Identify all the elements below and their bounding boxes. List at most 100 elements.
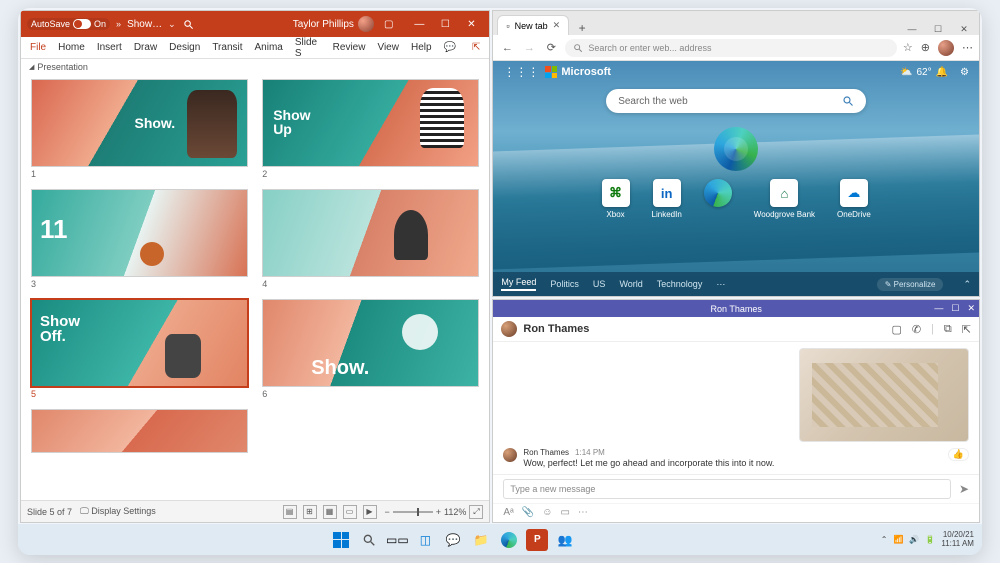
tray-chevron-icon[interactable]: ⌃	[881, 535, 888, 544]
ribbon-tab-insert[interactable]: Insert	[92, 40, 127, 55]
sorter-view-button[interactable]: ▦	[323, 505, 337, 519]
ribbon-tab-view[interactable]: View	[372, 40, 404, 55]
slide-thumb-2[interactable]: Show Up	[262, 79, 479, 167]
edge-minimize-button[interactable]: —	[901, 24, 923, 35]
profile-avatar-icon[interactable]	[938, 40, 954, 56]
ribbon-tab-animations[interactable]: Anima	[250, 40, 288, 55]
clock[interactable]: 10/20/21 11:11 AM	[941, 531, 974, 549]
slide-thumb-3[interactable]: 11	[31, 189, 248, 277]
zoom-slider[interactable]	[393, 511, 433, 513]
feed-tab-politics[interactable]: Politics	[550, 279, 579, 289]
popout-button[interactable]: ⇱	[962, 323, 971, 336]
battery-icon[interactable]: 🔋	[925, 535, 935, 544]
forward-button[interactable]: →	[521, 42, 537, 54]
tb-chat-icon[interactable]: 💬	[442, 529, 464, 551]
breadcrumb[interactable]: ◢ Presentation	[21, 59, 489, 75]
refresh-button[interactable]: ⟳	[543, 41, 559, 54]
send-button[interactable]: ➤	[959, 482, 969, 496]
slide-thumb-1[interactable]: Show.	[31, 79, 248, 167]
title-dropdown-icon[interactable]: ⌄	[168, 19, 176, 30]
share-icon[interactable]: ⇱	[467, 40, 485, 55]
teams-minimize-button[interactable]: —	[934, 303, 943, 314]
microsoft-logo[interactable]: Microsoft	[545, 66, 611, 78]
tile-linkedin[interactable]: inLinkedIn	[652, 179, 682, 219]
collapse-feed-icon[interactable]: ⌃	[963, 279, 971, 290]
ribbon-tab-transitions[interactable]: Transit	[207, 40, 247, 55]
teams-maximize-button[interactable]: ☐	[951, 303, 959, 314]
tb-taskview-icon[interactable]: ▭▭	[386, 529, 408, 551]
slideshow-button[interactable]: ▶	[363, 505, 377, 519]
document-title[interactable]: Show…	[127, 19, 162, 30]
back-button[interactable]: ←	[499, 42, 515, 54]
ribbon-tab-home[interactable]: Home	[53, 40, 90, 55]
ribbon-tab-file[interactable]: File	[25, 40, 51, 55]
display-settings-button[interactable]: 🖵 Display Settings	[80, 506, 156, 517]
emoji-button[interactable]: ☺	[542, 507, 552, 518]
tile-edge[interactable]	[704, 179, 732, 219]
ribbon-tab-slideshow[interactable]: Slide S	[290, 35, 326, 61]
screen-share-button[interactable]: ⧉	[944, 323, 952, 336]
more-icon[interactable]: ⋯	[962, 41, 973, 54]
zoom-in-button[interactable]: +	[436, 507, 441, 517]
personalize-button[interactable]: ✎ Personalize	[877, 278, 944, 291]
tb-search-icon[interactable]	[358, 529, 380, 551]
ribbon-tab-help[interactable]: Help	[406, 40, 437, 55]
notifications-icon[interactable]: 🔔	[936, 67, 948, 78]
tb-edge-icon[interactable]	[498, 529, 520, 551]
close-button[interactable]: ✕	[459, 15, 483, 33]
feed-tab-technology[interactable]: Technology	[657, 279, 703, 289]
chevron-right-icon[interactable]: »	[116, 19, 121, 29]
search-icon[interactable]	[182, 17, 196, 31]
address-bar[interactable]: Search or enter web... address	[565, 39, 897, 57]
normal-view-button[interactable]: ⊞	[303, 505, 317, 519]
settings-gear-icon[interactable]: ⚙	[960, 67, 969, 78]
fit-button[interactable]: ⤢	[469, 505, 483, 519]
start-button[interactable]	[330, 529, 352, 551]
edge-maximize-button[interactable]: ☐	[927, 24, 949, 35]
new-tab-button[interactable]: +	[573, 21, 591, 35]
zoom-out-button[interactable]: −	[385, 507, 390, 517]
reading-view-button[interactable]: ▭	[343, 505, 357, 519]
feed-more-icon[interactable]: ⋯	[716, 279, 725, 290]
feed-tab-world[interactable]: World	[619, 279, 642, 289]
more-compose-icon[interactable]: ⋯	[578, 507, 588, 518]
slide-thumb-5[interactable]: Show Off.	[31, 299, 248, 387]
comments-icon[interactable]: 💬	[439, 40, 461, 55]
tb-powerpoint-icon[interactable]: P	[526, 529, 548, 551]
format-button[interactable]: Aᵃ	[503, 507, 513, 518]
volume-icon[interactable]: 🔊	[909, 535, 919, 544]
wifi-icon[interactable]: 📶	[893, 535, 903, 544]
tb-widgets-icon[interactable]: ◫	[414, 529, 436, 551]
weather-widget[interactable]: ⛅ 62° 🔔 ⚙	[900, 67, 969, 78]
message-input[interactable]: Type a new message	[503, 479, 951, 499]
app-launcher-icon[interactable]: ⋮⋮⋮	[503, 65, 539, 79]
tab-close-icon[interactable]: ✕	[553, 20, 561, 31]
slide-thumb-6[interactable]: Show.	[262, 299, 479, 387]
tb-explorer-icon[interactable]: 📁	[470, 529, 492, 551]
tile-woodgrove[interactable]: ⌂Woodgrove Bank	[754, 179, 815, 219]
collections-icon[interactable]: ⊕	[921, 41, 930, 54]
search-submit-icon[interactable]	[842, 95, 854, 107]
image-message[interactable]	[799, 348, 969, 442]
feed-tab-myfeed[interactable]: My Feed	[501, 277, 536, 291]
account-area[interactable]: Taylor Phillips ▢	[293, 16, 394, 32]
tile-xbox[interactable]: ⌘Xbox	[602, 179, 630, 219]
attach-button[interactable]: 📎	[522, 507, 534, 518]
autosave-toggle[interactable]: AutoSave On	[27, 18, 110, 30]
favorites-icon[interactable]: ☆	[903, 41, 913, 54]
tile-onedrive[interactable]: ☁OneDrive	[837, 179, 871, 219]
feed-tab-us[interactable]: US	[593, 279, 606, 289]
ribbon-tab-design[interactable]: Design	[164, 40, 205, 55]
edge-close-button[interactable]: ✕	[953, 24, 975, 35]
slide-thumb-7[interactable]	[31, 409, 248, 453]
slide-thumb-4[interactable]	[262, 189, 479, 277]
notes-view-button[interactable]: ▤	[283, 505, 297, 519]
audio-call-button[interactable]: ✆	[912, 323, 921, 336]
present-icon[interactable]: ▢	[384, 19, 393, 30]
ntp-search-box[interactable]: Search the web	[606, 89, 866, 113]
gif-button[interactable]: ▭	[560, 507, 569, 518]
ribbon-tab-review[interactable]: Review	[328, 40, 371, 55]
video-call-button[interactable]: ▢	[891, 323, 901, 336]
teams-close-button[interactable]: ✕	[967, 303, 975, 314]
ribbon-tab-draw[interactable]: Draw	[129, 40, 162, 55]
